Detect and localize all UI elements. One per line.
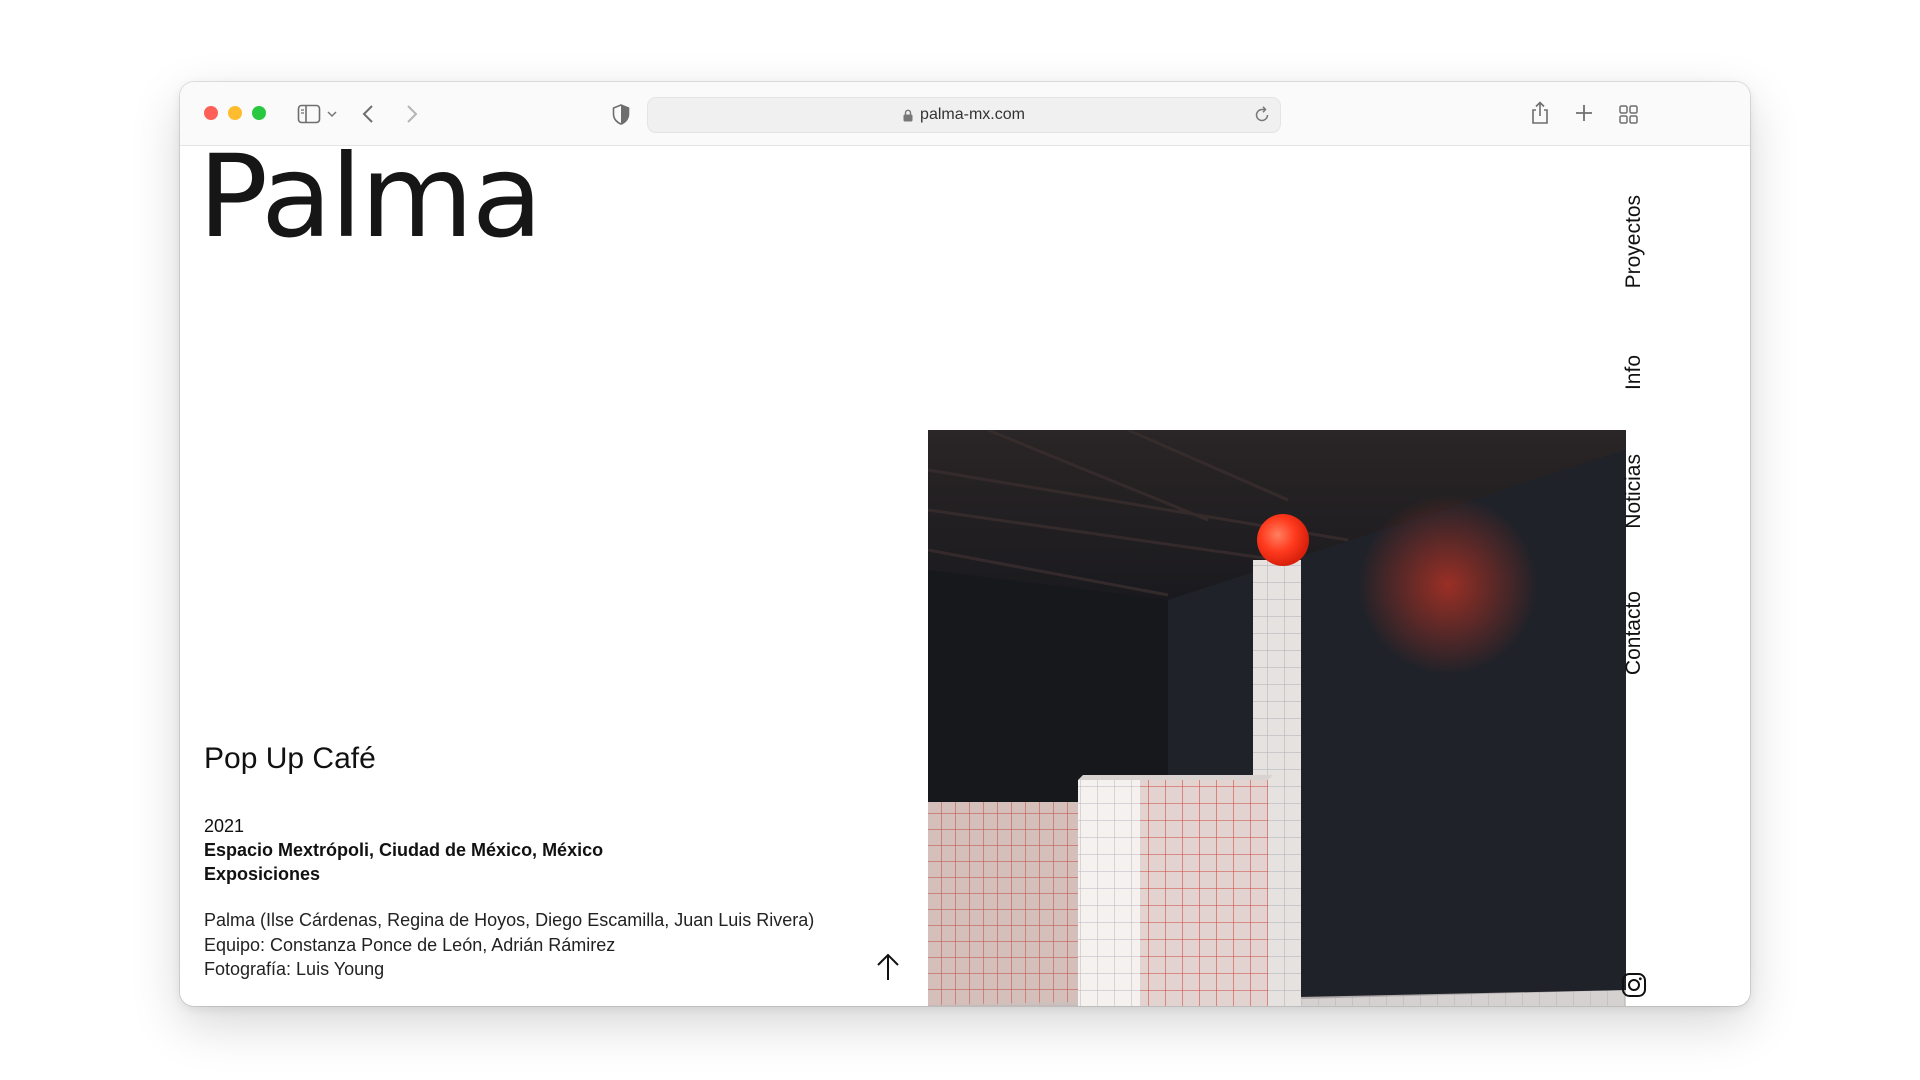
address-bar[interactable]: palma-mx.com (647, 97, 1281, 133)
zoom-window-button[interactable] (252, 106, 266, 120)
close-window-button[interactable] (204, 106, 218, 120)
tab-overview-icon[interactable] (1617, 103, 1639, 125)
credit-line: Equipo: Constanza Ponce de León, Adrián … (204, 934, 616, 955)
project-photo (928, 430, 1626, 1006)
browser-window: palma-mx.com Palma Pop Up Café 2021 Espa… (180, 82, 1750, 1006)
project-credits: Palma (Ilse Cárdenas, Regina de Hoyos, D… (204, 908, 814, 982)
credit-line: Fotografía: Luis Young (204, 959, 385, 979)
nav-noticias[interactable]: Noticias (1619, 436, 1649, 546)
lock-icon (903, 109, 913, 122)
arrow-up-icon[interactable] (873, 952, 903, 987)
project-location: Espacio Mextrópoli, Ciudad de México, Mé… (204, 840, 604, 860)
sidebar-icon[interactable] (296, 102, 322, 126)
url-text: palma-mx.com (920, 106, 1025, 123)
project-category: Exposiciones (204, 864, 321, 884)
chevron-right-icon[interactable] (402, 102, 422, 126)
chevron-down-icon[interactable] (326, 108, 338, 120)
nav-contacto[interactable]: Contacto (1619, 571, 1649, 695)
plus-icon[interactable] (1573, 102, 1595, 124)
reload-icon[interactable] (1254, 105, 1270, 128)
page-content: Palma Pop Up Café 2021 Espacio Mextrópol… (180, 140, 1750, 1006)
credit-line: Palma (Ilse Cárdenas, Regina de Hoyos, D… (204, 910, 815, 930)
chevron-left-icon[interactable] (358, 102, 378, 126)
share-icon[interactable] (1528, 99, 1552, 127)
project-meta: 2021 Espacio Mextrópoli, Ciudad de Méxic… (204, 814, 603, 886)
minimize-window-button[interactable] (228, 106, 242, 120)
site-logo[interactable]: Palma (198, 140, 543, 254)
shield-icon[interactable] (610, 102, 632, 126)
project-title: Pop Up Café (204, 742, 376, 775)
project-year: 2021 (204, 816, 245, 836)
instagram-icon[interactable] (1621, 972, 1647, 1003)
nav-proyectos[interactable]: Proyectos (1619, 180, 1649, 304)
nav-info[interactable]: Info (1619, 338, 1649, 408)
